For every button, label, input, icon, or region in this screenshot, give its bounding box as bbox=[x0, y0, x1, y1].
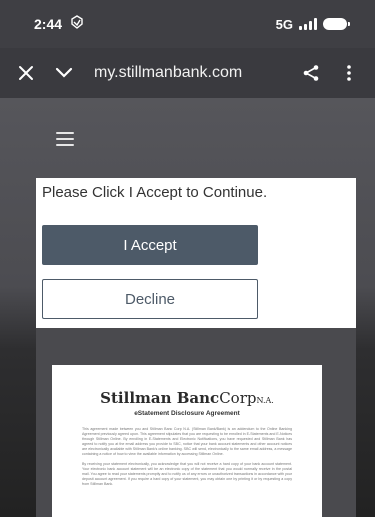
brand-corp: Corp bbox=[219, 389, 257, 407]
decline-button[interactable]: Decline bbox=[42, 279, 258, 319]
document-page[interactable]: Stillman BancCorpN.A. eStatement Disclos… bbox=[52, 365, 322, 517]
chevron-down-icon[interactable] bbox=[50, 59, 78, 87]
close-icon[interactable] bbox=[12, 59, 40, 87]
screen: 2:44 5G my.stillmanbank.com Please Click… bbox=[0, 0, 375, 517]
browser-toolbar: my.stillmanbank.com bbox=[0, 48, 375, 98]
document-title: eStatement Disclosure Agreement bbox=[134, 410, 240, 417]
status-bar: 2:44 5G bbox=[0, 0, 375, 48]
brand-name: Stillman Banc bbox=[100, 389, 220, 407]
brand-suffix: N.A. bbox=[256, 396, 274, 405]
document-paragraph: This agreement made between you and Stil… bbox=[82, 427, 292, 456]
network-type: 5G bbox=[275, 16, 293, 32]
url-display[interactable]: my.stillmanbank.com bbox=[94, 64, 297, 82]
share-icon[interactable] bbox=[297, 59, 325, 87]
menu-icon[interactable] bbox=[56, 132, 74, 146]
status-time: 2:44 bbox=[34, 16, 63, 32]
battery-icon bbox=[323, 18, 350, 30]
accept-button[interactable]: I Accept bbox=[42, 225, 258, 265]
status-left: 2:44 bbox=[34, 14, 84, 34]
signal-icon bbox=[299, 18, 317, 30]
notification-icon bbox=[70, 14, 84, 34]
more-options-icon[interactable] bbox=[335, 59, 363, 87]
brand-logo: Stillman BancCorpN.A. bbox=[52, 389, 322, 407]
consent-panel: Please Click I Accept to Continue. I Acc… bbox=[36, 178, 356, 328]
consent-prompt: Please Click I Accept to Continue. bbox=[42, 184, 268, 201]
status-right: 5G bbox=[275, 16, 350, 32]
document-paragraph: By receiving your statement electronical… bbox=[82, 462, 292, 486]
